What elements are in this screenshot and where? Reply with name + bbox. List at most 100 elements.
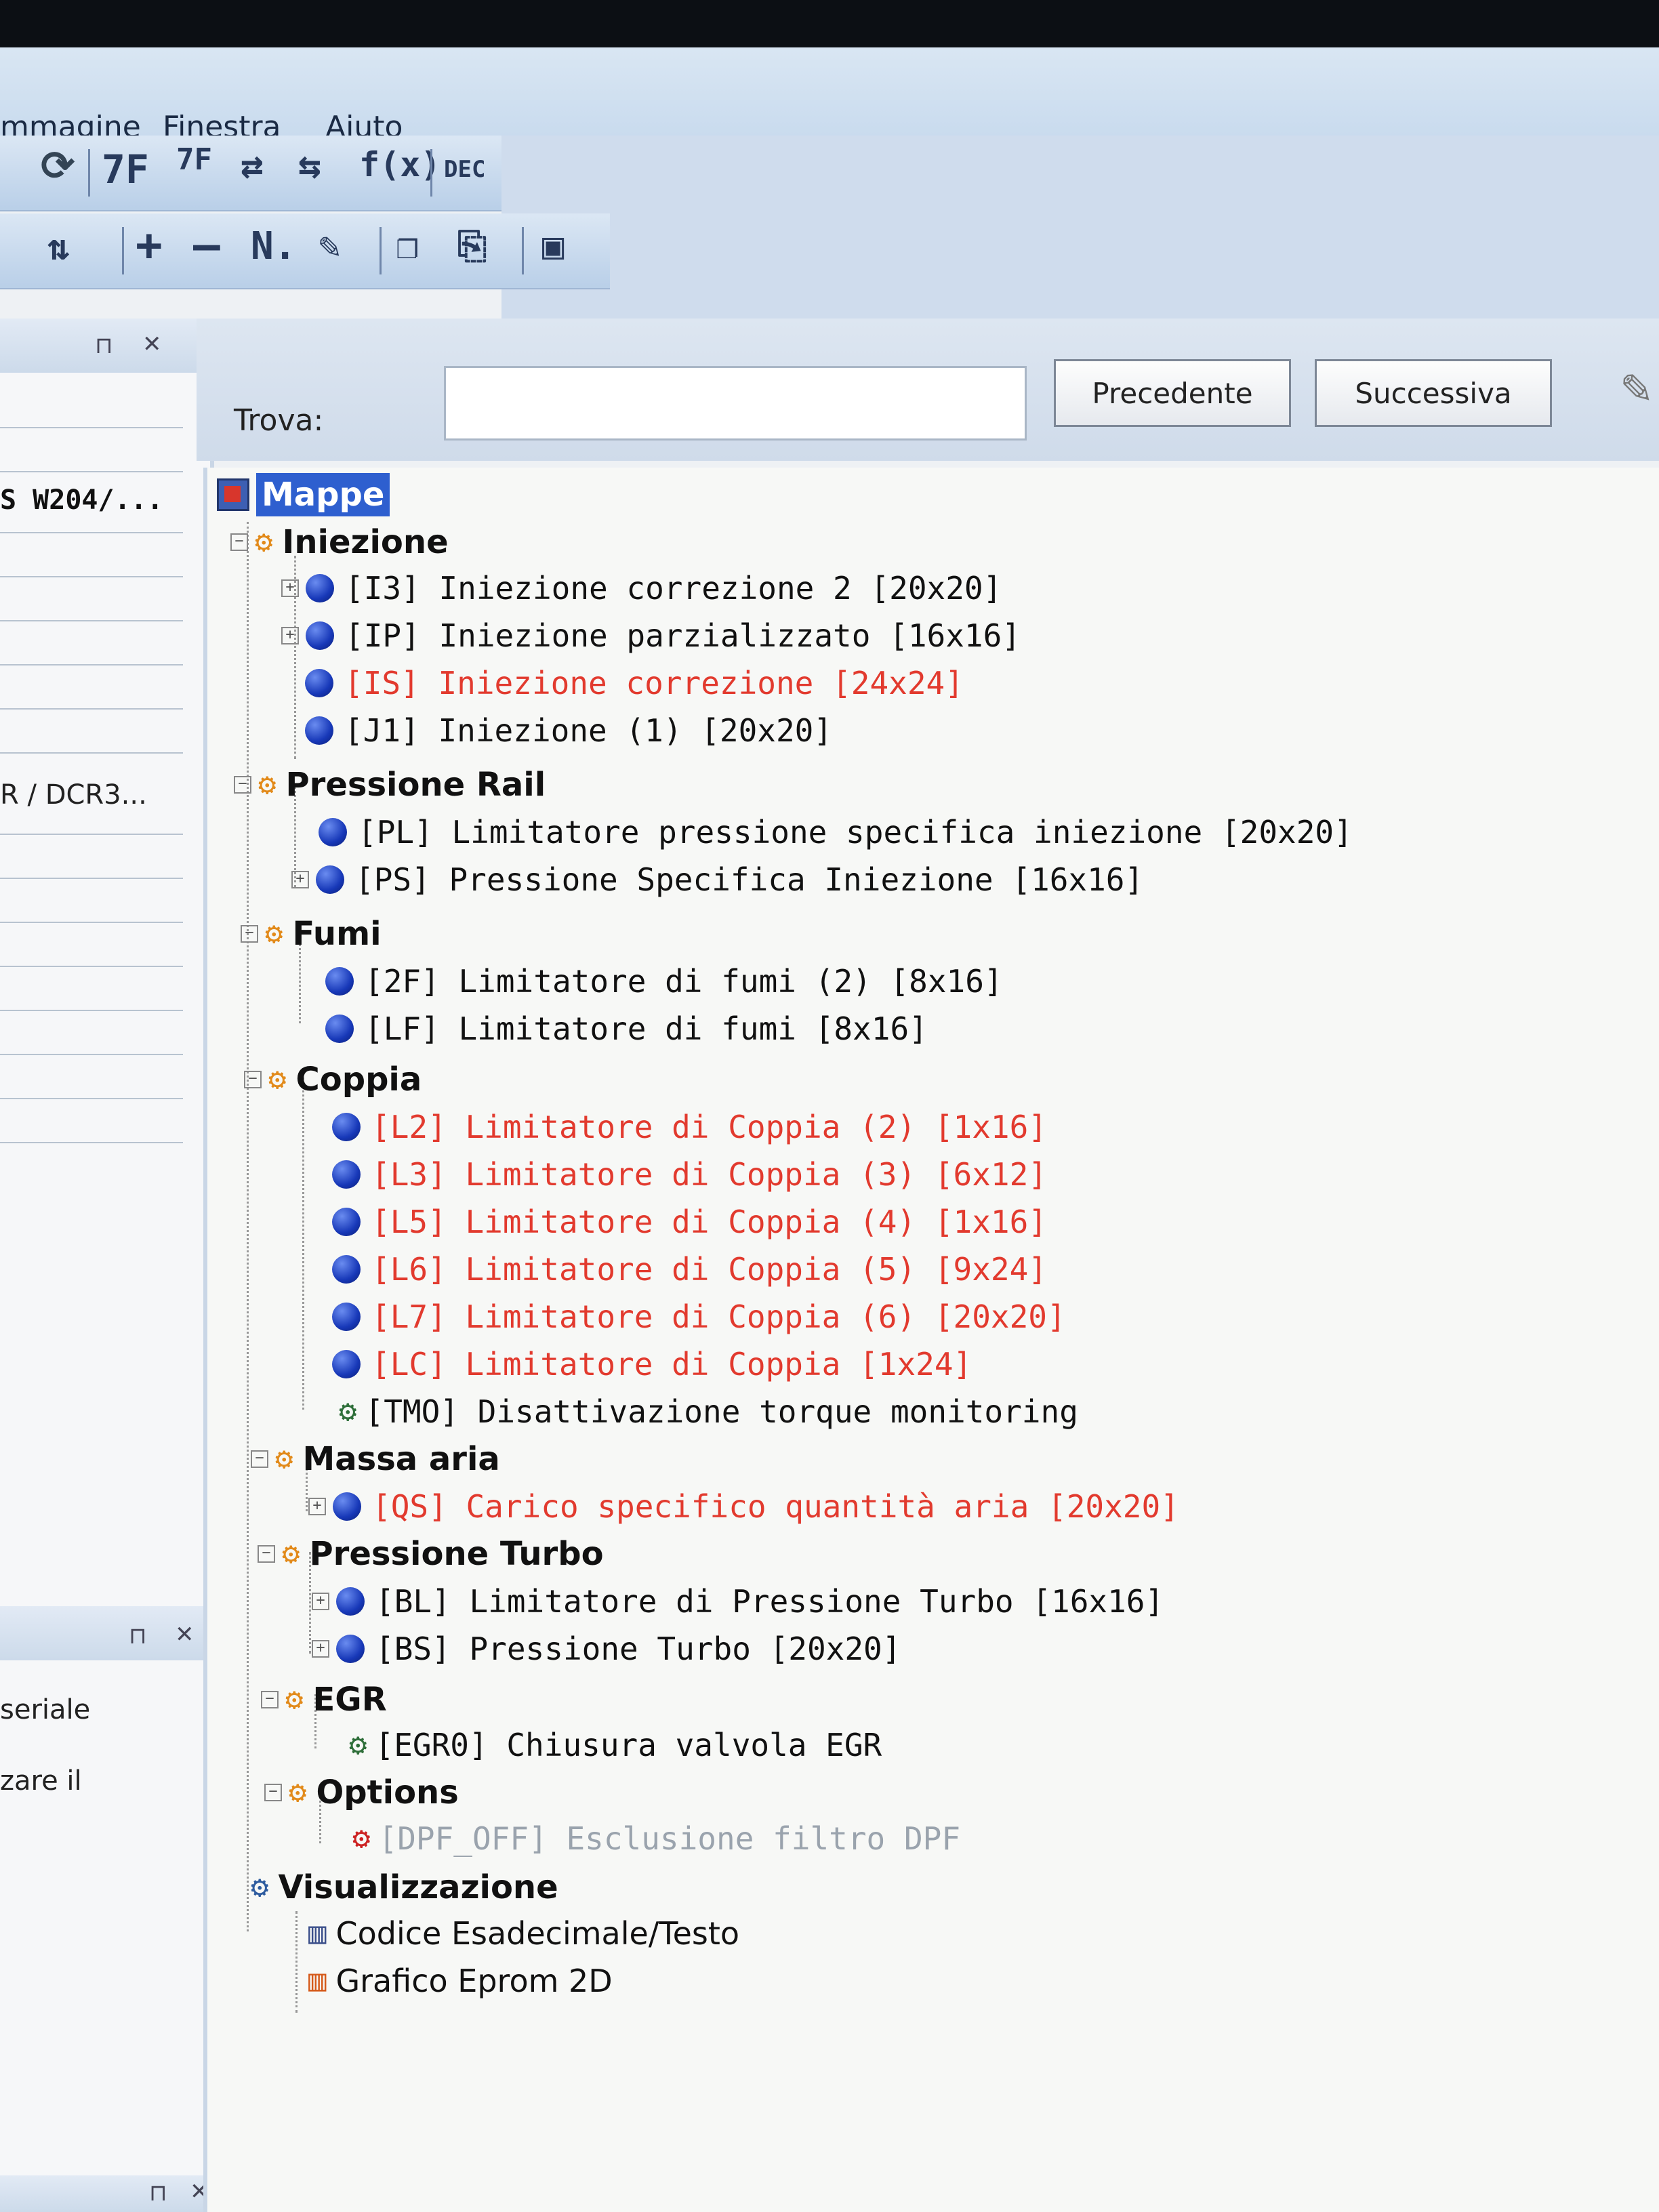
map-dot-icon (325, 1015, 354, 1043)
tree-item-l3[interactable]: [L3] Limitatore di Coppia (3) [6x12] (332, 1154, 1047, 1195)
map-dot-icon (332, 1255, 361, 1284)
tree-group-egr[interactable]: − ⚙ EGR (261, 1679, 387, 1720)
item-label: [2F] Limitatore di fumi (2) [8x16] (365, 963, 1003, 1000)
swap-alt-icon[interactable]: ⇆ (298, 144, 321, 188)
tree-item-hex-text[interactable]: ▥ Codice Esadecimale/Testo (308, 1913, 739, 1954)
tree-item-l6[interactable]: [L6] Limitatore di Coppia (5) [9x24] (332, 1249, 1047, 1290)
sort-icon[interactable]: ⇅ (47, 226, 70, 268)
group-label: Pressione Turbo (309, 1535, 604, 1573)
pin-icon[interactable]: ⊓ (129, 1622, 147, 1650)
patch-disabled-icon: ⚙ (352, 1821, 371, 1856)
group-folder-icon: ⚙ (285, 1682, 304, 1717)
tree-group-fumi[interactable]: − ⚙ Fumi (241, 914, 382, 954)
close-icon[interactable]: ✕ (175, 1621, 194, 1648)
collapse-icon[interactable]: − (230, 533, 248, 551)
expand-icon[interactable]: + (308, 1498, 326, 1515)
collapse-icon[interactable]: − (264, 1784, 282, 1801)
tree-item-dpf-off[interactable]: ⚙ [DPF_OFF] Esclusione filtro DPF (352, 1818, 960, 1859)
group-folder-icon: ⚙ (268, 1062, 287, 1097)
subtract-button[interactable]: — (193, 219, 220, 271)
tree-item-lc[interactable]: [LC] Limitatore di Coppia [1x24] (332, 1344, 972, 1385)
tree-group-visualizzazione[interactable]: ⚙ Visualizzazione (251, 1867, 558, 1908)
group-label: Pressione Rail (285, 766, 546, 804)
tree-item-bs[interactable]: + [BS] Pressione Turbo [20x20] (312, 1629, 901, 1669)
tree-group-coppia[interactable]: − ⚙ Coppia (244, 1059, 422, 1100)
tree-item-pl[interactable]: [PL] Limitatore pressione specifica inie… (319, 812, 1353, 853)
paste-icon[interactable]: ⎘ (457, 224, 487, 268)
screen: mmagine Finestra Aiuto ⟳ 7F 7F ⇄ ⇆ f(x) … (0, 47, 1659, 2212)
left-panel-ecu-line[interactable]: S W204/... (0, 485, 163, 516)
pin-icon[interactable]: ⊓ (149, 2179, 167, 2207)
previous-button[interactable]: Precedente (1054, 359, 1291, 427)
map-dot-icon (332, 1113, 361, 1141)
collapse-icon[interactable]: − (244, 1071, 262, 1088)
left-panel-header: ⊓ ✕ (0, 319, 210, 373)
normalize-button[interactable]: N. (251, 224, 296, 268)
item-label: [LF] Limitatore di fumi [8x16] (365, 1010, 928, 1047)
brush-icon[interactable]: ✎ (319, 224, 341, 267)
tree-item-is[interactable]: [IS] Iniezione correzione [24x24] (305, 663, 964, 703)
hex-7f-split-button[interactable]: 7F (176, 142, 212, 177)
tree-item-ip[interactable]: + [IP] Iniezione parzializzato [16x16] (281, 615, 1021, 656)
expand-icon[interactable]: + (312, 1593, 329, 1610)
item-label: [LC] Limitatore di Coppia [1x24] (371, 1346, 972, 1382)
item-label: [IP] Iniezione parzializzato [16x16] (345, 617, 1021, 654)
pencil-icon[interactable]: ✎ (1620, 366, 1654, 413)
left-bottom-panel-header: ⊓ ✕ (0, 1606, 210, 1660)
tree-item-l7[interactable]: [L7] Limitatore di Coppia (6) [20x20] (332, 1296, 1066, 1337)
collapse-icon[interactable]: − (241, 925, 258, 943)
patch-icon: ⚙ (349, 1727, 367, 1762)
refresh-icon[interactable]: ⟳ (41, 142, 75, 190)
toolbar-top: ⟳ 7F 7F ⇄ ⇆ f(x) DEC (0, 136, 501, 211)
item-label: [L5] Limitatore di Coppia (4) [1x16] (371, 1204, 1047, 1240)
hex-view-icon: ▥ (308, 1916, 327, 1950)
hex-7f-button[interactable]: 7F (102, 146, 149, 192)
tree-item-ps[interactable]: + [PS] Pressione Specifica Iniezione [16… (291, 859, 1143, 900)
add-button[interactable]: + (136, 219, 163, 271)
map-folder-icon (217, 478, 249, 511)
tree-item-l2[interactable]: [L2] Limitatore di Coppia (2) [1x16] (332, 1107, 1047, 1147)
save-icon[interactable]: ▣ (542, 224, 565, 267)
collapse-icon[interactable]: − (261, 1691, 279, 1708)
tree-item-lf[interactable]: [LF] Limitatore di fumi [8x16] (325, 1008, 928, 1049)
copy-icon[interactable]: ❐ (396, 224, 419, 267)
tree-item-egr0[interactable]: ⚙ [EGR0] Chiusura valvola EGR (349, 1725, 882, 1765)
collapse-icon[interactable]: − (234, 776, 251, 794)
find-input[interactable] (444, 366, 1027, 441)
tree-item-i3[interactable]: + [I3] Iniezione correzione 2 [20x20] (281, 568, 1002, 609)
tree-group-pressione-turbo[interactable]: − ⚙ Pressione Turbo (258, 1534, 604, 1574)
tree-item-l5[interactable]: [L5] Limitatore di Coppia (4) [1x16] (332, 1202, 1047, 1242)
tree-item-j1[interactable]: [J1] Iniezione (1) [20x20] (305, 710, 832, 751)
tree-item-qs[interactable]: + [QS] Carico specifico quantità aria [2… (308, 1486, 1179, 1527)
group-label: Massa aria (302, 1440, 500, 1478)
left-panel-dcr-line[interactable]: R / DCR3... (0, 779, 147, 811)
expand-icon[interactable]: + (291, 871, 309, 888)
item-label: [I3] Iniezione correzione 2 [20x20] (345, 570, 1002, 607)
close-icon[interactable]: ✕ (142, 331, 162, 358)
tree-group-massa-aria[interactable]: − ⚙ Massa aria (251, 1439, 500, 1479)
tree-group-options[interactable]: − ⚙ Options (264, 1772, 459, 1813)
item-label: [EGR0] Chiusura valvola EGR (375, 1727, 882, 1763)
tree-group-pressione-rail[interactable]: − ⚙ Pressione Rail (234, 764, 546, 805)
swap-icon[interactable]: ⇄ (241, 144, 264, 188)
map-dot-icon (316, 865, 344, 894)
expand-icon[interactable]: + (312, 1640, 329, 1658)
item-label: [BL] Limitatore di Pressione Turbo [16x1… (375, 1583, 1164, 1620)
tree-item-tmo[interactable]: ⚙ [TMO] Disattivazione torque monitoring (339, 1391, 1078, 1432)
collapse-icon[interactable]: − (251, 1450, 268, 1468)
pin-icon[interactable]: ⊓ (95, 332, 113, 359)
tree-item-graph-2d[interactable]: ▥ Grafico Eprom 2D (308, 1961, 613, 2001)
tree-group-iniezione[interactable]: − ⚙ Iniezione (230, 522, 449, 562)
tree-item-2f[interactable]: [2F] Limitatore di fumi (2) [8x16] (325, 961, 1003, 1002)
next-button[interactable]: Successiva (1315, 359, 1552, 427)
expand-icon[interactable]: + (281, 627, 299, 644)
item-label: [PS] Pressione Specifica Iniezione [16x1… (355, 861, 1144, 898)
map-dot-icon (306, 621, 334, 650)
collapse-icon[interactable]: − (258, 1545, 275, 1563)
dec-button[interactable]: DEC (444, 156, 485, 183)
tree-item-bl[interactable]: + [BL] Limitatore di Pressione Turbo [16… (312, 1581, 1164, 1622)
left-panel: ⊓ ✕ S W204/... R / DCR3... (0, 319, 214, 2212)
tree-root-mappe[interactable]: Mappe (217, 473, 390, 516)
function-icon[interactable]: f(x) (359, 145, 441, 184)
expand-icon[interactable]: + (281, 579, 299, 597)
